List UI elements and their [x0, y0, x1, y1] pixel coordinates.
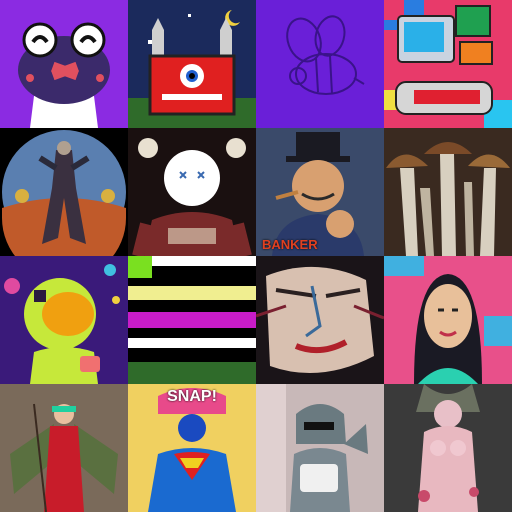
computer-icon: [384, 0, 512, 128]
tile-armored-warrior-round[interactable]: [0, 128, 128, 256]
tile-banker-character[interactable]: BANKER: [256, 128, 384, 256]
woman-icon: [384, 256, 512, 384]
bee-icon: [256, 0, 384, 128]
tile-skull-tshirt-character[interactable]: [128, 128, 256, 256]
tile-pixel-castle-eye[interactable]: [128, 0, 256, 128]
sculpture-icon: [384, 384, 512, 512]
pixel-castle-icon: [128, 0, 256, 128]
dinosaur-icon: [256, 384, 384, 512]
tile-purple-bee-sketch[interactable]: [256, 0, 384, 128]
winged-woman-icon: [0, 384, 128, 512]
stripes-icon: [128, 256, 256, 384]
snap-label: SNAP!: [167, 388, 217, 405]
tile-comic-superhero[interactable]: SNAP!: [128, 384, 256, 512]
face-icon: [256, 256, 384, 384]
skull-shirt-icon: [128, 128, 256, 256]
tile-pink-sculpture[interactable]: [384, 384, 512, 512]
tile-mushrooms[interactable]: [384, 128, 512, 256]
tile-frog-mask[interactable]: [0, 0, 128, 128]
warrior-icon: [0, 128, 128, 256]
frog-mask-icon: [0, 0, 128, 128]
tile-color-stripes[interactable]: [128, 256, 256, 384]
tile-woman-portrait[interactable]: [384, 256, 512, 384]
astronaut-icon: [0, 256, 128, 384]
tile-dinosaur-hoodie[interactable]: [256, 384, 384, 512]
tile-retro-computer[interactable]: [384, 0, 512, 128]
tile-distorted-face[interactable]: [256, 256, 384, 384]
banker-label: BANKER: [262, 237, 318, 252]
tile-winged-woman[interactable]: [0, 384, 128, 512]
mushroom-icon: [384, 128, 512, 256]
nft-grid: BANKER SNAP!: [0, 0, 512, 512]
tile-space-astronaut[interactable]: [0, 256, 128, 384]
